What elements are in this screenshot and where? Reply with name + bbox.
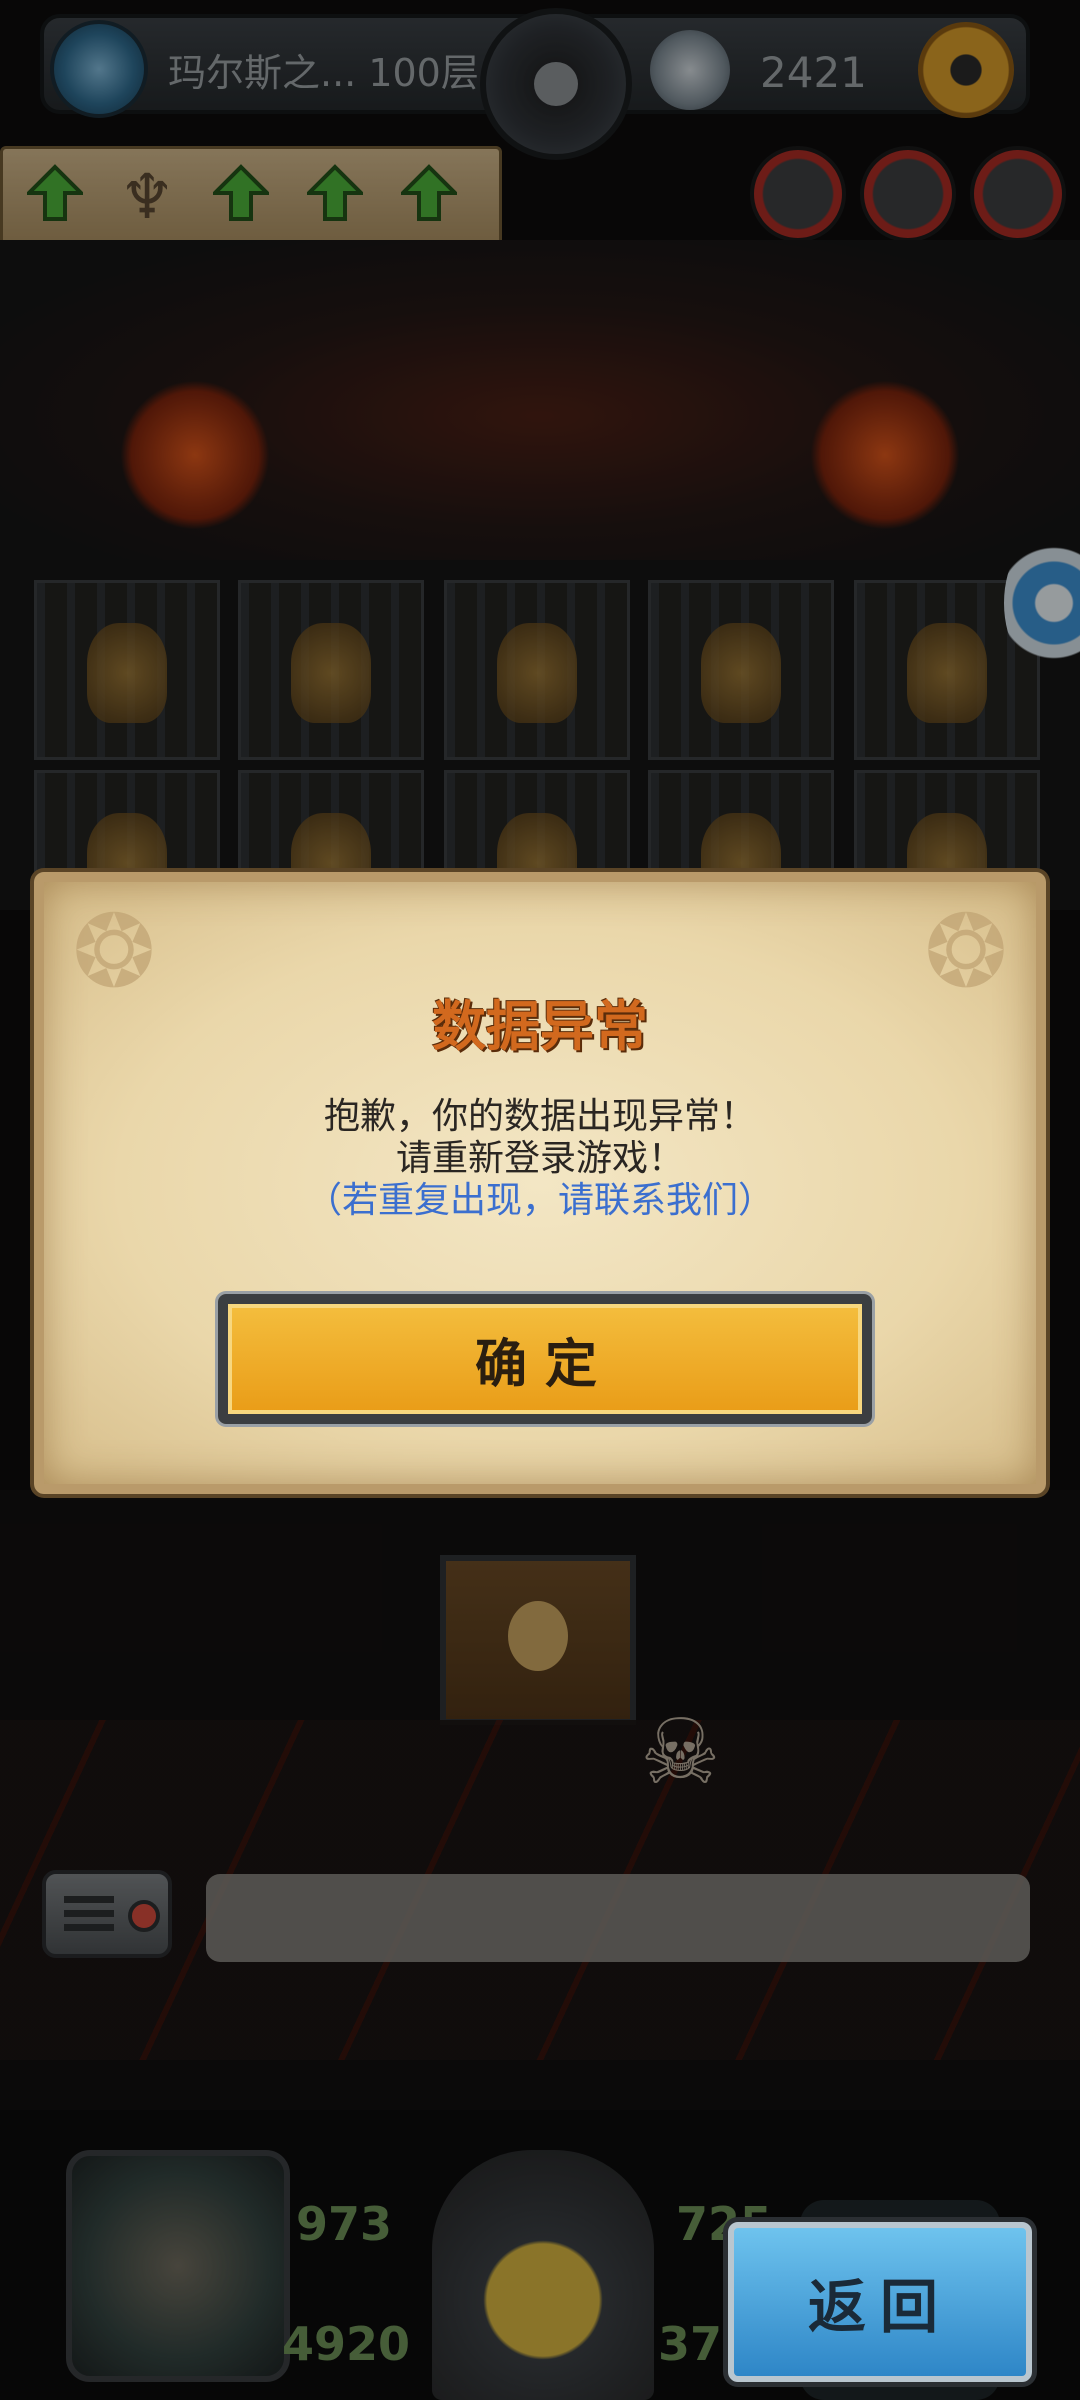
dialog-title: 数据异常 xyxy=(432,995,648,1058)
back-button-label: 返回 xyxy=(807,2273,952,2341)
cage[interactable] xyxy=(238,580,424,760)
cage[interactable] xyxy=(444,580,630,760)
up-arrow-icon xyxy=(210,163,272,223)
locked-door[interactable] xyxy=(440,1555,636,1725)
bones-icon: ☠ xyxy=(640,1700,721,1805)
menu-lines-icon xyxy=(64,1896,114,1936)
dialog-message-line: 抱歉，你的数据出现异常！ xyxy=(323,1096,756,1137)
back-button[interactable]: 返回 xyxy=(728,2222,1032,2382)
hp-stat: 4920 xyxy=(282,2317,411,2371)
floor-label: 玛尔斯之... 100层 xyxy=(168,51,479,95)
buff-bar: ♆ xyxy=(0,146,502,248)
hero-portrait[interactable] xyxy=(66,2150,290,2382)
gear-icon[interactable] xyxy=(918,22,1014,118)
confirm-button-label: 确定 xyxy=(474,1334,615,1395)
keyhole-icon xyxy=(508,1601,568,1671)
cage[interactable] xyxy=(34,580,220,760)
up-arrow-icon xyxy=(304,163,366,223)
lava-glow xyxy=(810,380,960,530)
attack-stat: 973 xyxy=(296,2197,393,2251)
dial-icon[interactable] xyxy=(480,8,632,160)
contact-hint: （若重复出现，请联系我们） xyxy=(305,1180,774,1221)
wolf-icon xyxy=(650,30,730,110)
skill-button-1[interactable] xyxy=(750,146,846,242)
speed-stat: 37 xyxy=(658,2317,723,2371)
skill-button-3[interactable] xyxy=(970,146,1066,242)
dialog-message-line: 请重新登录游戏！ xyxy=(395,1138,684,1179)
error-dialog: ❂ ❂ 数据异常 抱歉，你的数据出现异常！ 请重新登录游戏！ （若重复出现，请联… xyxy=(34,872,1046,1494)
up-arrow-icon xyxy=(398,163,460,223)
record-icon xyxy=(128,1900,160,1932)
hero-avatar[interactable] xyxy=(432,2150,654,2400)
skill-button-2[interactable] xyxy=(860,146,956,242)
lava-glow xyxy=(120,380,270,530)
cage[interactable] xyxy=(648,580,834,760)
chat-button[interactable] xyxy=(42,1870,172,1958)
gold-value: 2421 xyxy=(760,48,867,97)
chat-box[interactable] xyxy=(206,1874,1030,1962)
lamp-icon: ♆ xyxy=(119,160,175,233)
up-arrow-icon xyxy=(24,163,86,223)
confirm-button[interactable]: 确定 xyxy=(218,1294,872,1424)
portal-icon[interactable] xyxy=(50,20,148,118)
